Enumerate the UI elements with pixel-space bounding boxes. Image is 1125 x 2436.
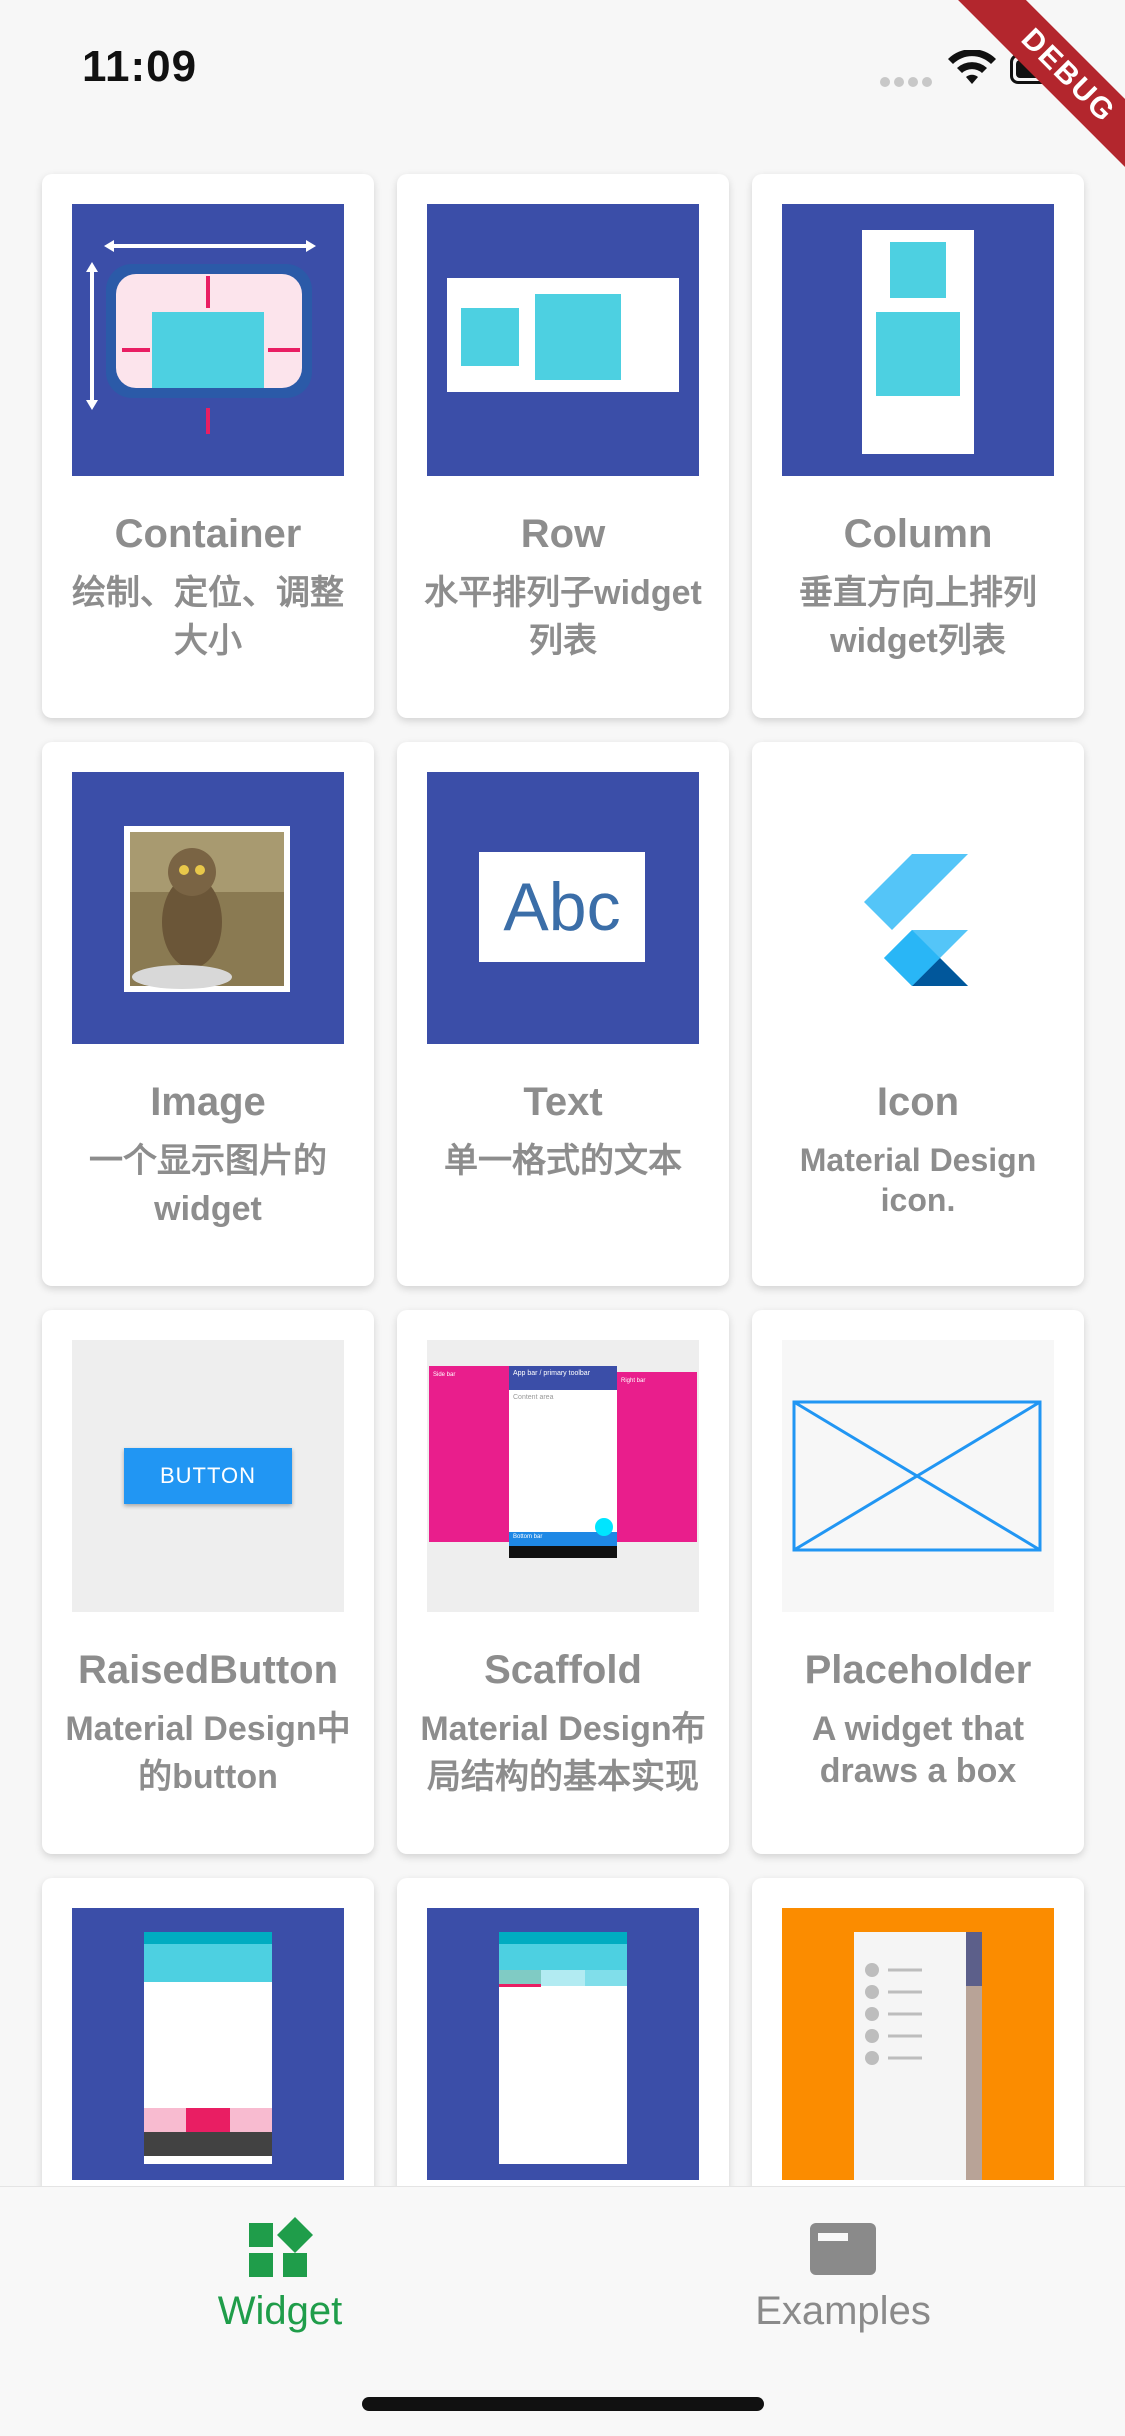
image-thumbnail [72,772,344,1044]
scaffold-appbar-label: App bar / primary toolbar [513,1370,591,1377]
text-sample: Abc [479,852,645,962]
card-icon[interactable]: Icon Material Design icon. [752,742,1084,1286]
card-description: Material Design布局结构的基本实现 [420,1710,706,1796]
debug-banner: DEBUG [948,0,1125,196]
flutter-logo-icon [864,854,968,986]
column-thumbnail [782,204,1054,476]
scaffold-rightbar-label: Right bar [621,1378,646,1384]
nav-label-examples: Examples [755,2289,931,2333]
status-bar: 11:09 DEBUG [0,0,1125,196]
container-thumbnail [72,204,344,476]
appbar-thumbnail [72,1908,344,2180]
card-description: Material Design中的button [65,1710,351,1796]
text-thumbnail: Abc [427,772,699,1044]
card-title: RaisedButton [78,1648,338,1692]
sample-button: BUTTON [124,1448,292,1504]
icon-thumbnail [782,772,1054,1044]
nav-item-widget[interactable]: Widget [130,2217,430,2334]
home-indicator [362,2397,764,2411]
card-description: 单一格式的文本 [444,1142,682,1180]
scaffold-bottombar-label: Bottom bar [513,1534,543,1540]
card-row[interactable]: Row 水平排列子widget 列表 [397,174,729,718]
card-title: Image [150,1080,266,1124]
card-description: Material Design icon. [799,1142,1037,1218]
raisedbutton-thumbnail: BUTTON [72,1340,344,1612]
card-raisedbutton[interactable]: BUTTON RaisedButton Material Design中的but… [42,1310,374,1854]
card-title: Text [523,1080,603,1124]
placeholder-thumbnail [782,1340,1054,1612]
nav-item-examples[interactable]: Examples [693,2217,993,2334]
drawer-thumbnail [782,1908,1054,2180]
card-scaffold[interactable]: App bar / primary toolbar Content area S… [397,1310,729,1854]
card-placeholder[interactable]: Placeholder A widget that draws a box [752,1310,1084,1854]
card-description: A widget that draws a box [811,1710,1025,1790]
card-column[interactable]: Column 垂直方向上排列widget列表 [752,174,1084,718]
card-description: 水平排列子widget 列表 [424,574,702,660]
scaffold-thumbnail: App bar / primary toolbar Content area S… [427,1340,699,1612]
row-thumbnail [427,204,699,476]
scaffold-sidebar-label: Side bar [433,1372,456,1378]
card-description: 一个显示图片的widget [89,1142,327,1228]
tabbar-thumbnail [427,1908,699,2180]
card-title: Column [843,512,993,556]
card-image[interactable]: Image 一个显示图片的widget [42,742,374,1286]
status-time: 11:09 [82,42,198,91]
card-description: 垂直方向上排列widget列表 [799,574,1037,660]
dashboard-icon [249,2217,313,2277]
signal-icon [880,74,936,87]
card-title: Row [520,512,606,556]
card-title: Container [114,512,302,556]
card-description: 绘制、定位、调整大小 [72,574,344,660]
card-title: Placeholder [804,1648,1032,1692]
nav-label-widget: Widget [217,2289,343,2333]
web-icon [810,2223,876,2275]
card-container[interactable]: Container 绘制、定位、调整大小 [42,174,374,718]
card-title: Scaffold [484,1648,642,1692]
card-title: Icon [876,1080,960,1124]
card-text[interactable]: Abc Text 单一格式的文本 [397,742,729,1286]
wifi-icon [948,50,996,84]
scaffold-content-label: Content area [513,1394,554,1401]
